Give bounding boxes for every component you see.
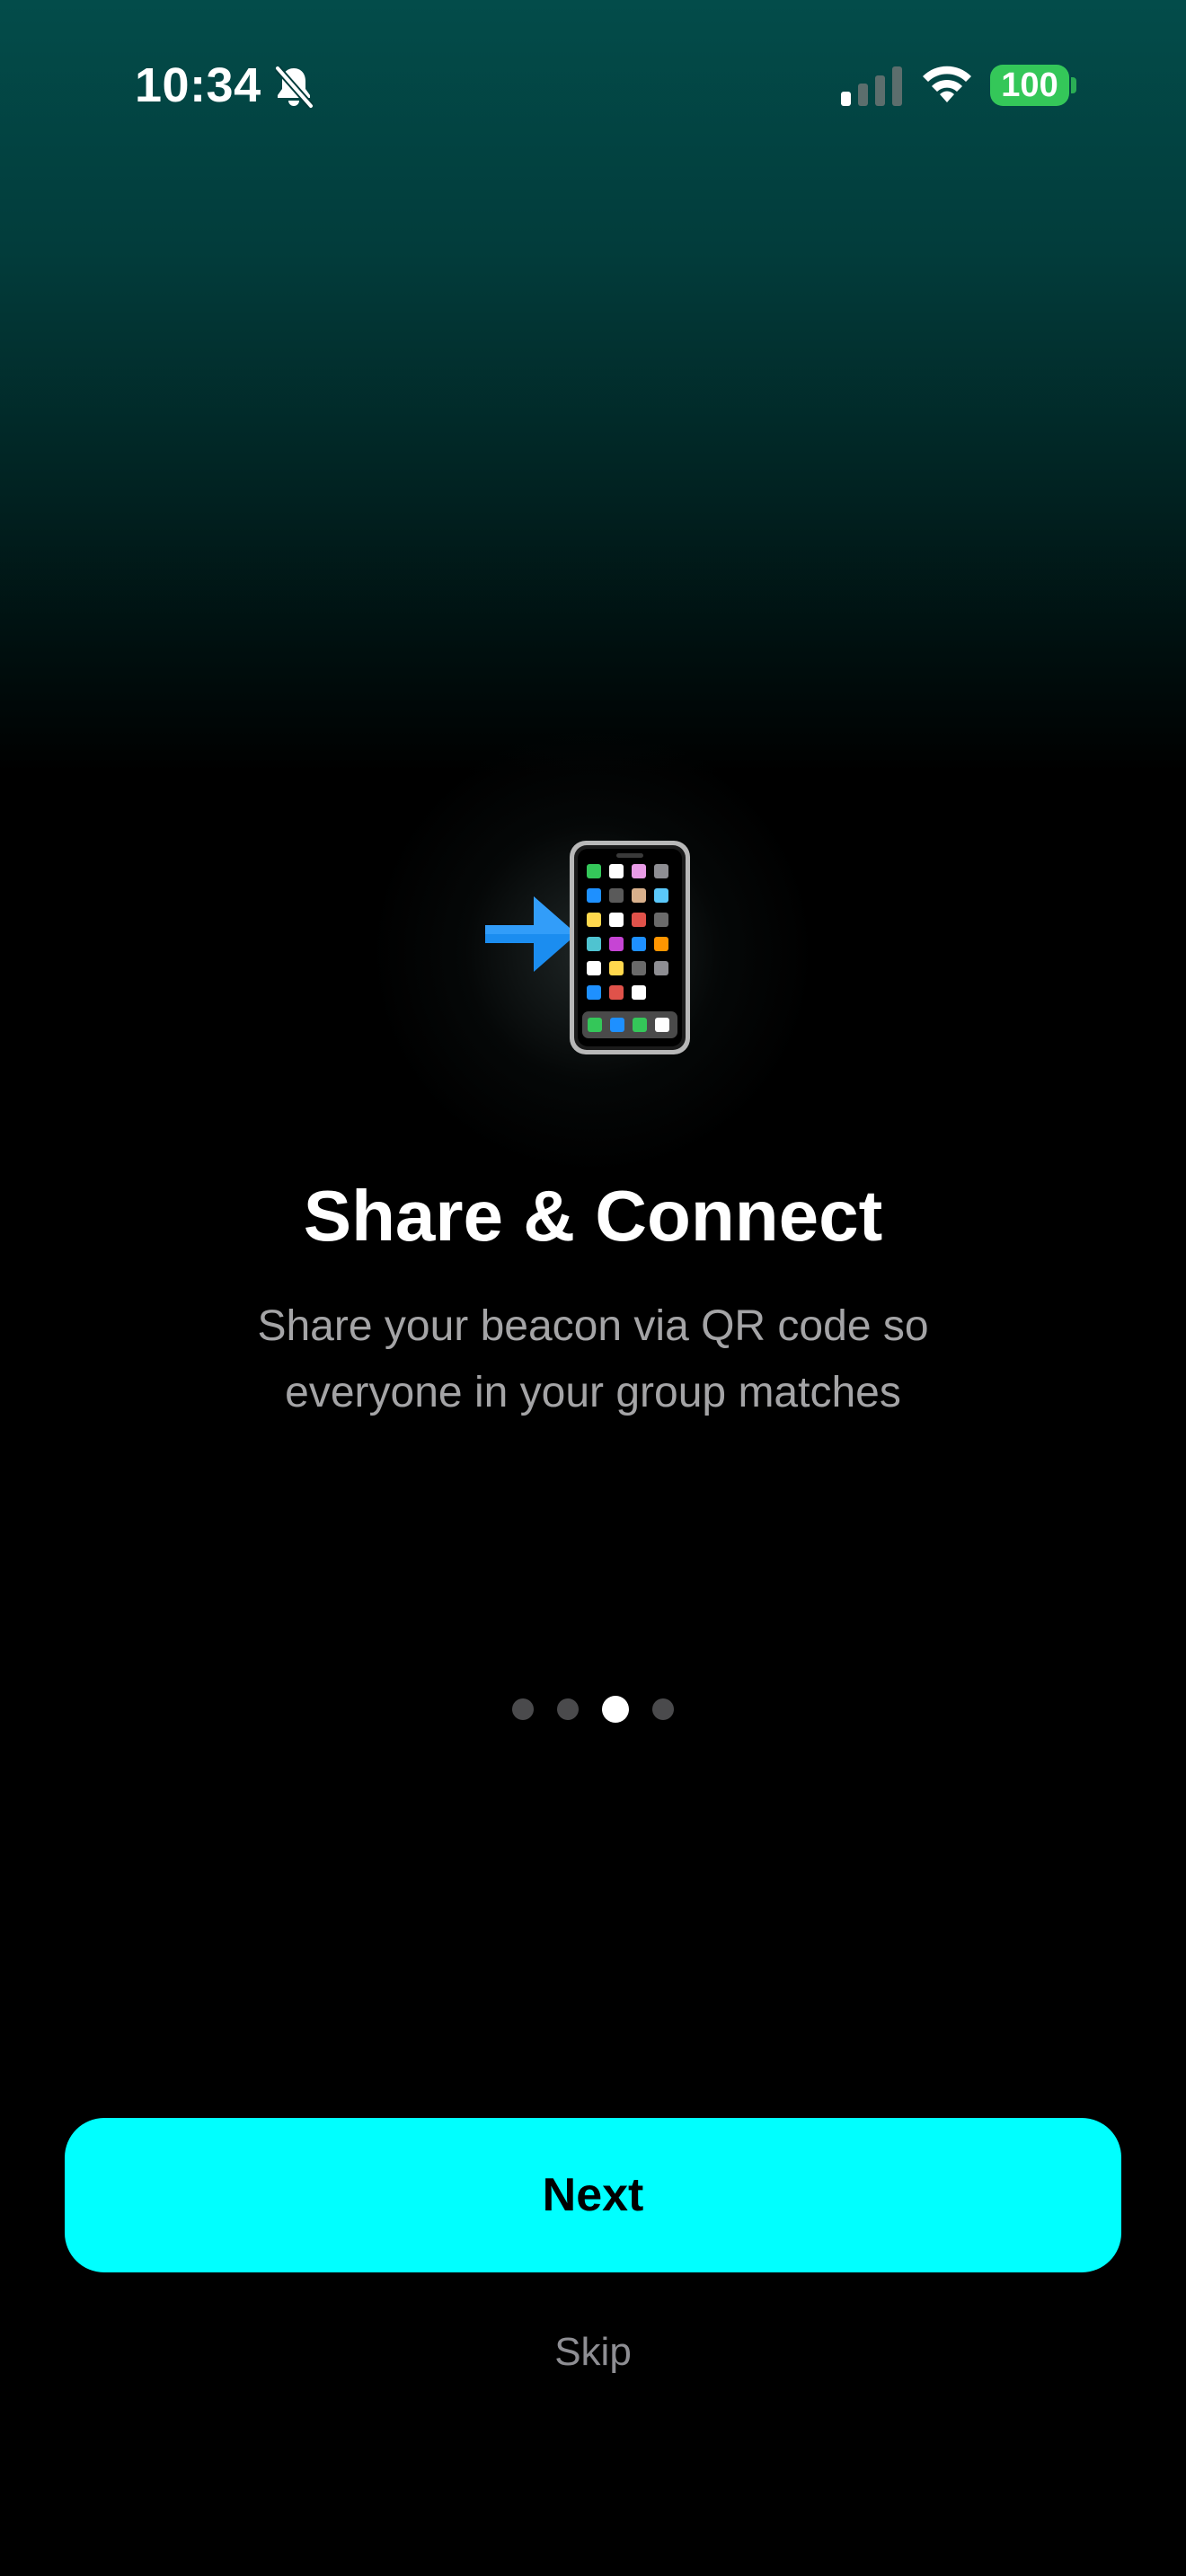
page-dot-4[interactable]	[652, 1698, 674, 1720]
skip-button[interactable]: Skip	[0, 2321, 1186, 2384]
page-dot-2[interactable]	[557, 1698, 579, 1720]
next-button[interactable]: Next	[65, 2118, 1121, 2272]
battery-icon: 100	[990, 65, 1069, 106]
page-indicator[interactable]	[0, 1696, 1186, 1723]
cellular-signal-icon	[841, 66, 902, 106]
page-dot-3-active[interactable]	[602, 1696, 629, 1723]
page-dot-1[interactable]	[512, 1698, 534, 1720]
wifi-icon	[923, 66, 971, 102]
bell-slash-icon	[274, 66, 314, 109]
battery-level: 100	[1001, 66, 1058, 104]
battery-nub	[1071, 77, 1076, 93]
onboarding-screen: 10:34 100 Share & Connect Share your bea…	[0, 0, 1186, 2576]
mobile-phone-with-arrow-icon	[485, 841, 690, 1054]
onboarding-subtitle: Share your beacon via QR code so everyon…	[257, 1302, 929, 1416]
onboarding-title: Share & Connect	[303, 1176, 883, 1256]
status-time: 10:34	[135, 58, 261, 112]
